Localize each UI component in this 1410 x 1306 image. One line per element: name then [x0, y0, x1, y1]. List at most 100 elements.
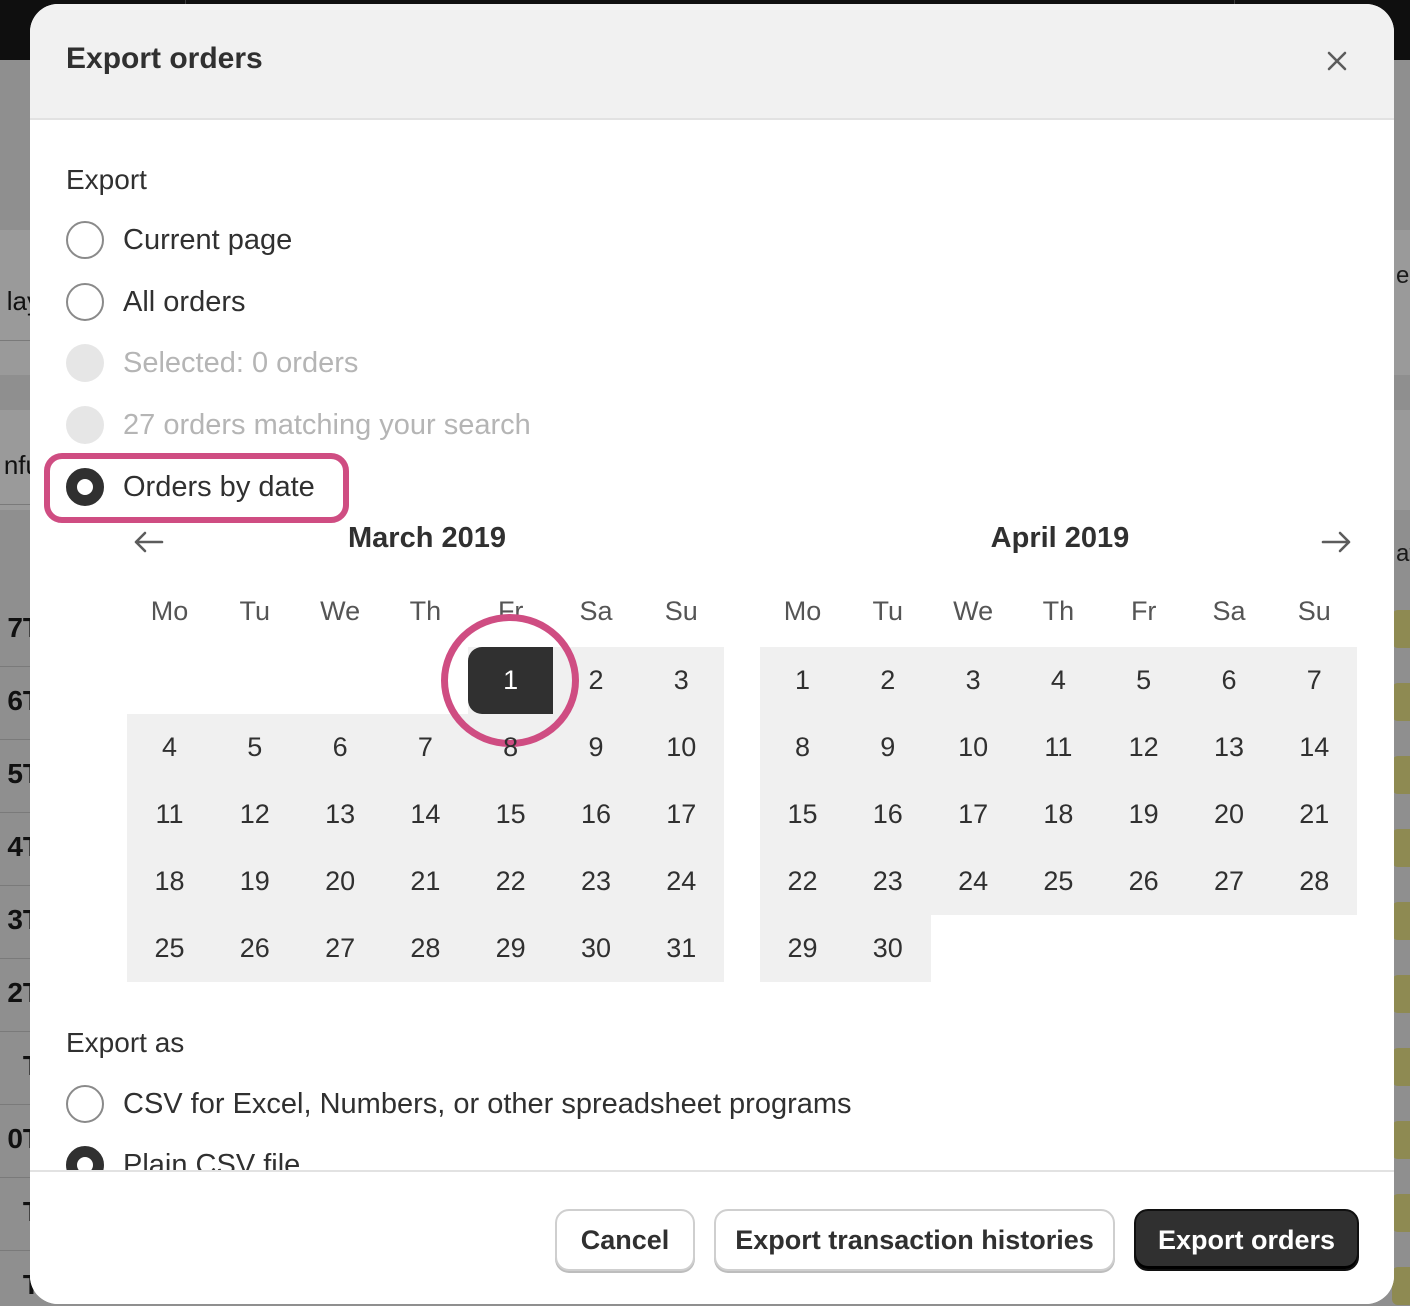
calendar-day[interactable]: 13	[1187, 714, 1272, 781]
calendar-day[interactable]: 23	[845, 848, 930, 915]
calendar-day[interactable]: 25	[1016, 848, 1101, 915]
next-month-button[interactable]	[1317, 522, 1357, 562]
radio-button[interactable]	[66, 221, 104, 259]
calendar-day[interactable]: 7	[1272, 647, 1357, 714]
calendar-day[interactable]: 24	[931, 848, 1016, 915]
calendar-day[interactable]: 1	[760, 647, 845, 714]
calendar-day[interactable]: 5	[1101, 647, 1186, 714]
background-row-divider	[0, 885, 30, 886]
calendar-day[interactable]: 18	[127, 848, 212, 915]
background-row-divider	[0, 504, 30, 505]
calendar-day[interactable]: 3	[931, 647, 1016, 714]
calendar-day[interactable]: 17	[639, 781, 724, 848]
calendar-day[interactable]: 8	[760, 714, 845, 781]
export-as-option-1[interactable]: Plain CSV file	[66, 1145, 300, 1170]
export-option-1[interactable]: All orders	[66, 282, 246, 322]
calendar-day[interactable]: 2	[554, 647, 639, 714]
calendar-day[interactable]: 29	[760, 915, 845, 982]
radio-button[interactable]	[66, 283, 104, 321]
calendar-day[interactable]: 13	[298, 781, 383, 848]
weekday-label: Sa	[1212, 596, 1246, 626]
calendar-day[interactable]: 28	[383, 915, 468, 982]
calendar-day[interactable]: 16	[554, 781, 639, 848]
calendar-day[interactable]: 24	[639, 848, 724, 915]
calendar-day[interactable]: 11	[1016, 714, 1101, 781]
calendar-day[interactable]: 6	[1187, 647, 1272, 714]
weekday-label: Sa	[579, 596, 613, 626]
calendar-day[interactable]: 27	[1187, 848, 1272, 915]
weekday-label: Su	[664, 596, 698, 626]
calendar-day[interactable]: 17	[931, 781, 1016, 848]
radio-button[interactable]	[66, 1146, 104, 1170]
export-option-2: Selected: 0 orders	[66, 343, 358, 383]
export-option-0[interactable]: Current page	[66, 220, 292, 260]
calendar-day[interactable]: 12	[212, 781, 297, 848]
calendar-day[interactable]: 14	[383, 781, 468, 848]
weekday-label: Su	[1297, 596, 1331, 626]
calendar-day[interactable]: 20	[1187, 781, 1272, 848]
calendar-day[interactable]: 29	[468, 915, 553, 982]
calendar-day[interactable]: 20	[298, 848, 383, 915]
month-title: April 2019	[990, 522, 1130, 554]
weekday-label: Th	[409, 596, 442, 626]
calendar-day[interactable]: 26	[212, 915, 297, 982]
month-title: March 2019	[348, 522, 506, 554]
calendar-day[interactable]: 9	[845, 714, 930, 781]
calendar-day[interactable]: 30	[554, 915, 639, 982]
background-status-chip	[1392, 1267, 1410, 1305]
calendar-day[interactable]: 15	[760, 781, 845, 848]
background-text-fragment: e	[1396, 262, 1410, 289]
export-orders-button[interactable]: Export orders	[1134, 1209, 1359, 1271]
calendar-day[interactable]: 4	[1016, 647, 1101, 714]
radio-button[interactable]	[66, 468, 104, 506]
calendar-day[interactable]: 27	[298, 915, 383, 982]
background-status-chip	[1392, 975, 1410, 1013]
radio-label: Selected: 0 orders	[123, 346, 359, 379]
calendar-day[interactable]: 21	[1272, 781, 1357, 848]
calendar-day[interactable]: 23	[554, 848, 639, 915]
export-transaction-histories-button[interactable]: Export transaction histories	[714, 1209, 1115, 1271]
radio-label: 27 orders matching your search	[123, 408, 531, 441]
calendar-day[interactable]: 1	[468, 647, 554, 714]
close-icon	[1327, 51, 1347, 71]
export-option-3: 27 orders matching your search	[66, 405, 531, 445]
calendar-day[interactable]: 15	[468, 781, 553, 848]
calendar-day[interactable]: 7	[383, 714, 468, 781]
calendar-day[interactable]: 19	[1101, 781, 1186, 848]
export-option-4[interactable]: Orders by date	[66, 467, 315, 507]
calendar-day[interactable]: 30	[845, 915, 930, 982]
radio-label: Orders by date	[123, 470, 315, 503]
calendar-day[interactable]: 18	[1016, 781, 1101, 848]
calendar-day[interactable]: 6	[298, 714, 383, 781]
cancel-button[interactable]: Cancel	[555, 1209, 695, 1271]
radio-button[interactable]	[66, 1085, 104, 1123]
weekday-label: Tu	[872, 596, 904, 626]
calendar-day[interactable]: 10	[931, 714, 1016, 781]
calendar-day[interactable]: 19	[212, 848, 297, 915]
calendar-day[interactable]: 31	[639, 915, 724, 982]
calendar-day[interactable]: 2	[845, 647, 930, 714]
calendar-day[interactable]: 22	[468, 848, 553, 915]
calendar-day[interactable]: 25	[127, 915, 212, 982]
calendar-day[interactable]: 12	[1101, 714, 1186, 781]
calendar-day[interactable]: 22	[760, 848, 845, 915]
calendar-day[interactable]: 4	[127, 714, 212, 781]
calendar-day[interactable]: 10	[639, 714, 724, 781]
previous-month-button[interactable]	[128, 522, 168, 562]
calendar-day[interactable]: 8	[468, 714, 553, 781]
calendar-day[interactable]: 16	[845, 781, 930, 848]
export-as-section-label: Export as	[66, 1027, 185, 1058]
calendar-day[interactable]: 28	[1272, 848, 1357, 915]
calendar-day[interactable]: 3	[639, 647, 724, 714]
weekday-label: Mo	[150, 596, 189, 626]
calendar-day[interactable]: 14	[1272, 714, 1357, 781]
calendar-day[interactable]: 11	[127, 781, 212, 848]
radio-label: Current page	[123, 223, 293, 256]
close-button[interactable]	[1320, 44, 1354, 78]
calendar-day[interactable]: 26	[1101, 848, 1186, 915]
export-as-option-0[interactable]: CSV for Excel, Numbers, or other spreads…	[66, 1084, 852, 1124]
background-row-divider	[0, 1031, 30, 1032]
calendar-day[interactable]: 21	[383, 848, 468, 915]
calendar-day[interactable]: 5	[212, 714, 297, 781]
calendar-day[interactable]: 9	[554, 714, 639, 781]
